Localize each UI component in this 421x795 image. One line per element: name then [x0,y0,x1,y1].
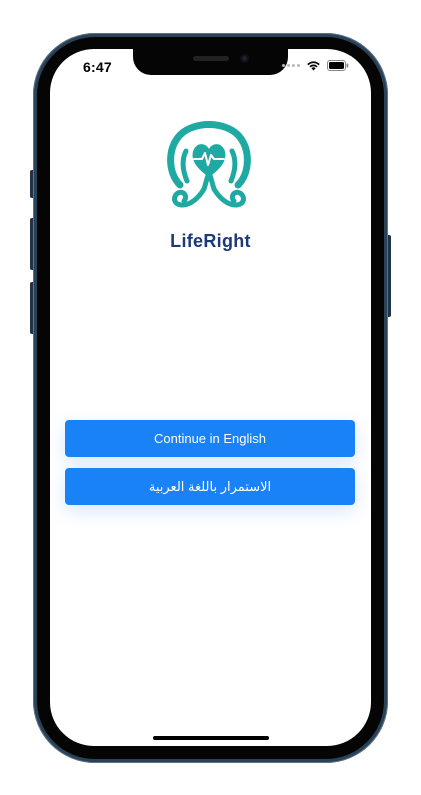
earpiece-speaker [193,56,229,61]
continue-arabic-button[interactable]: الاستمرار باللغة العربية [65,468,355,505]
wifi-icon [307,61,320,71]
heart-in-hands-icon [167,121,251,208]
status-indicators [282,60,349,71]
signal-icon [282,64,300,67]
home-indicator[interactable] [153,736,269,740]
notch [133,49,288,75]
front-camera [240,54,249,63]
device-stage: 6:47 LifeRight Continue in English الاست… [0,0,421,795]
continue-english-button[interactable]: Continue in English [65,420,355,457]
battery-icon [327,60,349,71]
brand-name: LifeRight [170,231,251,251]
status-time: 6:47 [83,59,112,75]
app-screen: 6:47 LifeRight Continue in English الاست… [50,49,371,746]
